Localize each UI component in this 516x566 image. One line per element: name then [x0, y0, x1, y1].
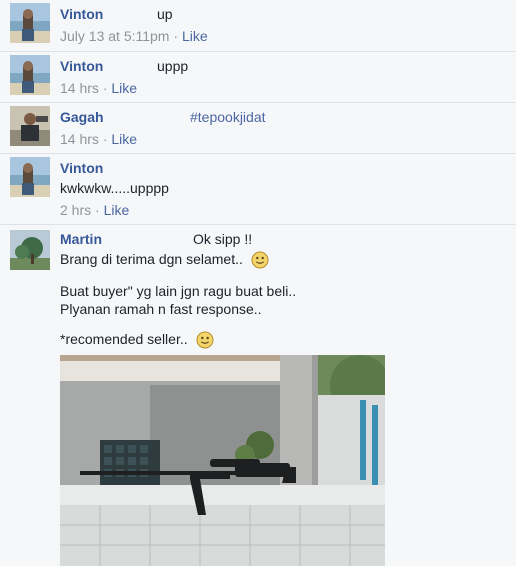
- like-link[interactable]: Like: [104, 202, 130, 218]
- avatar[interactable]: [10, 157, 50, 197]
- comment: Gagah #tepookjidat 14 hrs · Like: [0, 103, 516, 153]
- comment-text-line: Ok sipp !!: [193, 231, 253, 247]
- avatar[interactable]: [10, 55, 50, 95]
- like-link[interactable]: Like: [111, 80, 137, 96]
- beach-photo-avatar: [10, 157, 50, 197]
- comment: Vinton up July 13 at 5:11pm · Like: [0, 0, 516, 51]
- tree-photo-avatar: [10, 230, 50, 270]
- comment-timestamp[interactable]: July 13 at 5:11pm: [60, 28, 169, 44]
- avatar[interactable]: [10, 230, 50, 270]
- beach-photo-avatar: [10, 3, 50, 43]
- separator-dot: ·: [173, 28, 179, 44]
- comment-text: up: [157, 6, 173, 22]
- comment-meta: 2 hrs · Like: [60, 201, 129, 219]
- comment-text: uppp: [157, 58, 189, 74]
- avatar[interactable]: [10, 3, 50, 43]
- separator-dot: ·: [95, 202, 100, 218]
- photo-of-rifle-on-wall: [60, 355, 385, 566]
- comment-author[interactable]: Vinton: [60, 57, 103, 75]
- separator-dot: ·: [102, 80, 108, 96]
- like-link[interactable]: Like: [182, 28, 208, 44]
- comment-text-line: *recomended seller..: [60, 330, 214, 349]
- like-link[interactable]: Like: [111, 131, 137, 147]
- comment-text-line: Buat buyer" yg lain jgn ragu buat beli..: [60, 283, 297, 299]
- comment: Vinton kwkwkw.....upppp 2 hrs · Like: [0, 154, 516, 224]
- comment-text-line: Plyanan ramah n fast response..: [60, 301, 262, 317]
- smiley-icon: [251, 251, 269, 269]
- comment-text-line: Brang di terima dgn selamet..: [60, 250, 269, 269]
- smiley-icon: [196, 331, 214, 349]
- comment-timestamp[interactable]: 14 hrs: [60, 131, 99, 147]
- person-photo-avatar: [10, 106, 50, 146]
- comment-meta: July 13 at 5:11pm · Like: [60, 27, 208, 45]
- hashtag-link[interactable]: #tepookjidat: [190, 108, 266, 126]
- comment-meta: 14 hrs · Like: [60, 130, 137, 148]
- comment-author[interactable]: Vinton: [60, 159, 103, 177]
- comment-meta: 14 hrs · Like: [60, 79, 137, 97]
- comment-timestamp[interactable]: 14 hrs: [60, 80, 99, 96]
- avatar[interactable]: [10, 106, 50, 146]
- comment-timestamp[interactable]: 2 hrs: [60, 202, 91, 218]
- comment-text: kwkwkw.....upppp: [60, 180, 169, 196]
- comment-author[interactable]: Martin: [60, 230, 102, 248]
- beach-photo-avatar: [10, 55, 50, 95]
- comment-author[interactable]: Vinton: [60, 5, 103, 23]
- comment: Vinton uppp 14 hrs · Like: [0, 52, 516, 102]
- comment-author[interactable]: Gagah: [60, 108, 104, 126]
- comment-photo-attachment[interactable]: [60, 355, 385, 566]
- separator-dot: ·: [102, 131, 108, 147]
